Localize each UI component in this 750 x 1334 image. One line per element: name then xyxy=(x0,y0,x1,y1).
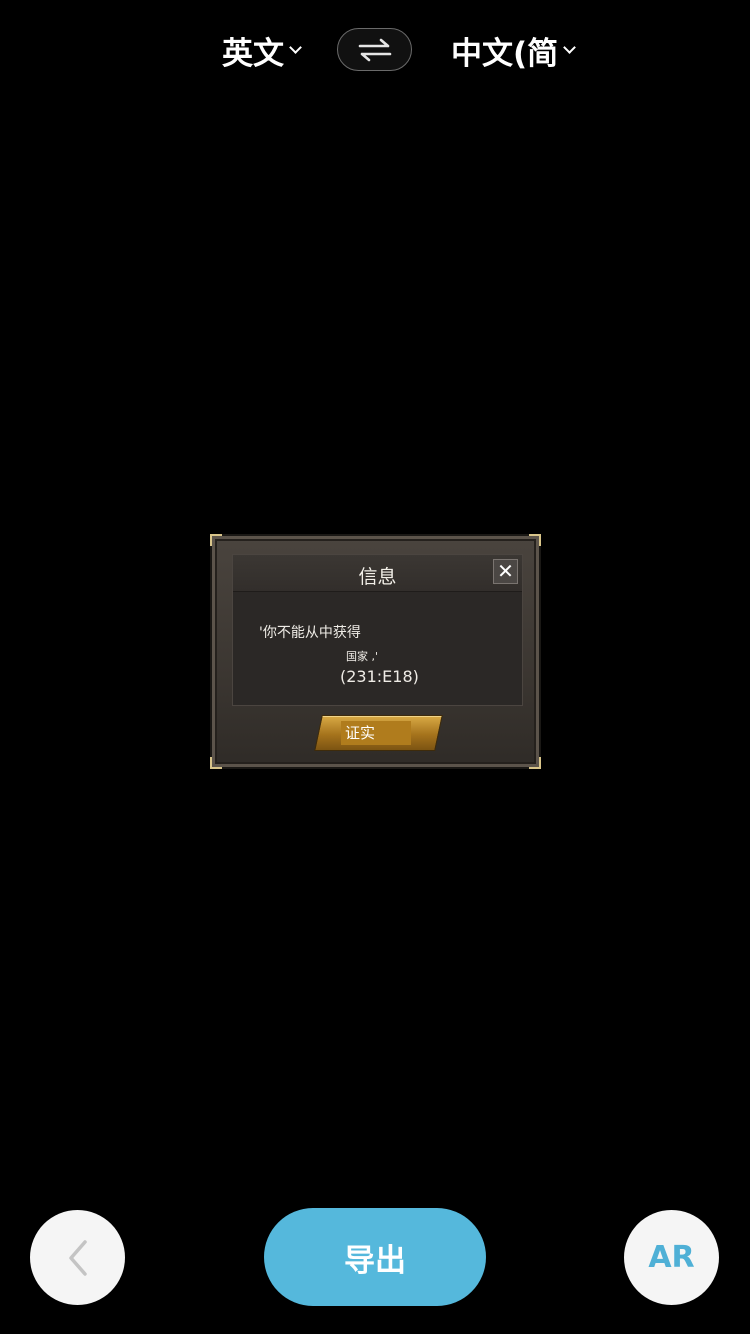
frame-corner xyxy=(210,757,222,769)
swap-arrows-icon xyxy=(358,38,391,61)
dialog-header: 信息 ✕ xyxy=(233,555,522,592)
dialog-message: '你不能从中获得 xyxy=(259,625,361,641)
export-button[interactable]: 导出 xyxy=(264,1208,486,1306)
source-language-select[interactable]: 英文 xyxy=(222,28,302,72)
frame-corner xyxy=(210,534,222,546)
frame-corner xyxy=(529,757,541,769)
chevron-down-icon xyxy=(563,40,577,54)
target-language-label: 中文(简 xyxy=(451,35,559,72)
dialog-message-secondary: 国家 ,' xyxy=(346,650,379,663)
info-dialog: 信息 ✕ '你不能从中获得 国家 ,' (231:E18) 证实 xyxy=(210,534,541,769)
back-button[interactable] xyxy=(30,1210,125,1305)
confirm-button-label: 证实 xyxy=(341,721,411,745)
chevron-down-icon xyxy=(289,40,302,54)
language-bar: 英文 中文(简 xyxy=(0,0,750,100)
confirm-button[interactable]: 证实 xyxy=(314,715,443,751)
close-icon[interactable]: ✕ xyxy=(493,559,518,584)
source-language-label: 英文 xyxy=(222,35,284,72)
dialog-error-code: (231:E18) xyxy=(340,667,419,686)
ar-button-label: AR xyxy=(648,1240,695,1275)
ar-button[interactable]: AR xyxy=(624,1210,719,1305)
dialog-body: 信息 ✕ '你不能从中获得 国家 ,' (231:E18) xyxy=(232,554,523,706)
chevron-left-icon xyxy=(68,1239,87,1276)
dialog-title: 信息 xyxy=(358,566,397,588)
target-language-select[interactable]: 中文(简 xyxy=(451,28,577,72)
frame-corner xyxy=(529,534,541,546)
swap-languages-button[interactable] xyxy=(337,28,412,71)
